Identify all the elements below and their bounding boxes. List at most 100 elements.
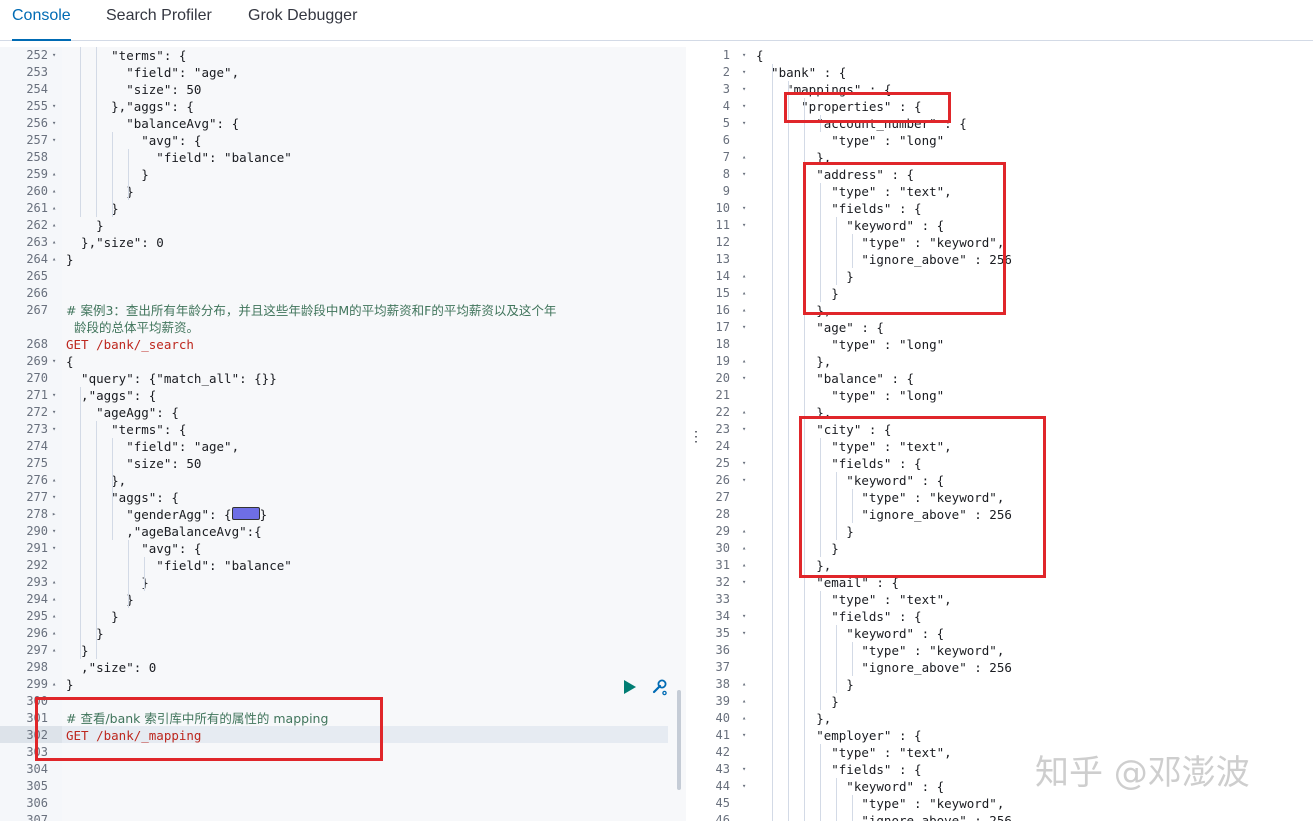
fold-toggle-icon[interactable]: ▴ xyxy=(742,557,746,574)
fold-toggle-icon[interactable]: ▾ xyxy=(742,472,746,489)
code-text-content: } xyxy=(66,677,74,692)
line-number: 32 xyxy=(715,575,730,589)
line-number: 305 xyxy=(26,779,48,793)
line-number: 256 xyxy=(26,116,48,130)
fold-toggle-icon[interactable]: ▴ xyxy=(742,268,746,285)
line-number: 259 xyxy=(26,167,48,181)
code-line: 275 "size": 50 xyxy=(0,455,686,472)
line-number: 3 xyxy=(722,82,730,96)
tab-search-profiler[interactable]: Search Profiler xyxy=(106,0,212,39)
fold-toggle-icon[interactable]: ▾ xyxy=(742,166,746,183)
fold-toggle-icon[interactable]: ▴ xyxy=(52,234,56,251)
request-scrollbar[interactable] xyxy=(677,690,681,790)
code-text: "type" : "text", xyxy=(756,591,951,608)
line-number: 260 xyxy=(26,184,48,198)
watermark-text: 知乎 @邓澎波 xyxy=(1035,753,1250,793)
fold-toggle-icon[interactable]: ▾ xyxy=(742,727,746,744)
fold-toggle-icon[interactable]: ▾ xyxy=(52,404,56,421)
code-text: "balance" : { xyxy=(756,370,914,387)
indent-guide xyxy=(80,387,81,659)
fold-toggle-icon[interactable]: ▾ xyxy=(52,132,56,149)
code-line: 293 ▴ } xyxy=(0,574,686,591)
fold-toggle-icon[interactable]: ▾ xyxy=(742,421,746,438)
line-number: 292 xyxy=(26,558,48,572)
fold-toggle-icon[interactable]: ▴ xyxy=(742,693,746,710)
fold-toggle-icon[interactable]: ▴ xyxy=(742,302,746,319)
fold-toggle-icon[interactable]: ▴ xyxy=(742,149,746,166)
fold-toggle-icon[interactable]: ▴ xyxy=(742,540,746,557)
fold-toggle-icon[interactable]: ▴ xyxy=(52,676,56,693)
line-number: 35 xyxy=(715,626,730,640)
code-text-content: } xyxy=(66,184,134,199)
code-text: } xyxy=(66,608,119,625)
fold-toggle-icon[interactable]: ▴ xyxy=(52,217,56,234)
fold-toggle-icon[interactable]: ▾ xyxy=(742,81,746,98)
fold-toggle-icon[interactable]: ▴ xyxy=(52,472,56,489)
fold-toggle-icon[interactable]: ▴ xyxy=(742,676,746,693)
tab-console[interactable]: Console xyxy=(12,0,71,41)
fold-toggle-icon[interactable]: ▴ xyxy=(52,591,56,608)
fold-toggle-icon[interactable]: ▾ xyxy=(742,200,746,217)
fold-toggle-icon[interactable]: ▾ xyxy=(52,353,56,370)
code-text-content: 龄段的总体平均薪资。 xyxy=(66,320,199,335)
code-line: 299 ▴} xyxy=(0,676,686,693)
fold-toggle-icon[interactable]: ▴ xyxy=(52,574,56,591)
code-text-content: } xyxy=(66,201,119,216)
code-text: "type" : "text", xyxy=(756,744,951,761)
fold-toggle-icon[interactable]: ▴ xyxy=(52,166,56,183)
fold-toggle-icon[interactable]: ▾ xyxy=(742,625,746,642)
fold-toggle-icon[interactable]: ▸ xyxy=(52,506,56,523)
fold-toggle-icon[interactable]: ▾ xyxy=(52,98,56,115)
fold-toggle-icon[interactable]: ▾ xyxy=(52,540,56,557)
code-line: 267 # 案例3：查出所有年龄分布，并且这些年龄段中M的平均薪资和F的平均薪资以… xyxy=(0,302,686,319)
send-request-play-icon[interactable] xyxy=(624,680,636,694)
wrench-icon[interactable] xyxy=(650,678,668,696)
fold-toggle-icon[interactable]: ▾ xyxy=(742,64,746,81)
line-number: 21 xyxy=(715,388,730,402)
fold-toggle-icon[interactable]: ▴ xyxy=(52,608,56,625)
fold-toggle-icon[interactable]: ▴ xyxy=(742,285,746,302)
code-text-content: "balance" : { xyxy=(756,371,915,386)
fold-toggle-icon[interactable]: ▾ xyxy=(742,98,746,115)
fold-toggle-icon[interactable]: ▾ xyxy=(742,455,746,472)
code-text-content: "field": "age", xyxy=(66,65,240,80)
fold-toggle-icon[interactable]: ▾ xyxy=(52,387,56,404)
fold-toggle-icon[interactable]: ▾ xyxy=(742,115,746,132)
code-line: 16 ▴ }, xyxy=(700,302,1313,319)
fold-toggle-icon[interactable]: ▾ xyxy=(742,778,746,795)
fold-toggle-icon[interactable]: ▾ xyxy=(52,115,56,132)
collapsed-block-icon[interactable] xyxy=(231,507,260,520)
code-line: 14 ▴ } xyxy=(700,268,1313,285)
fold-toggle-icon[interactable]: ▾ xyxy=(52,421,56,438)
fold-toggle-icon[interactable]: ▾ xyxy=(742,319,746,336)
fold-toggle-icon[interactable]: ▾ xyxy=(742,761,746,778)
code-text-content: } xyxy=(66,575,149,590)
fold-toggle-icon[interactable]: ▴ xyxy=(742,523,746,540)
fold-toggle-icon[interactable]: ▴ xyxy=(52,251,56,268)
fold-toggle-icon[interactable]: ▾ xyxy=(52,523,56,540)
fold-toggle-icon[interactable]: ▴ xyxy=(742,710,746,727)
fold-toggle-icon[interactable]: ▾ xyxy=(52,47,56,64)
line-number: 27 xyxy=(715,490,730,504)
line-number: 268 xyxy=(26,337,48,351)
indent-guide xyxy=(852,642,853,676)
fold-toggle-icon[interactable]: ▾ xyxy=(742,370,746,387)
fold-toggle-icon[interactable]: ▴ xyxy=(52,625,56,642)
fold-toggle-icon[interactable]: ▴ xyxy=(52,200,56,217)
indent-guide xyxy=(852,795,853,821)
tab-grok-debugger[interactable]: Grok Debugger xyxy=(248,0,357,39)
code-line: 272 ▾ "ageAgg": { xyxy=(0,404,686,421)
line-number: 252 xyxy=(26,48,48,62)
fold-toggle-icon[interactable]: ▴ xyxy=(742,353,746,370)
fold-toggle-icon[interactable]: ▾ xyxy=(742,217,746,234)
fold-toggle-icon[interactable]: ▾ xyxy=(52,489,56,506)
fold-toggle-icon[interactable]: ▾ xyxy=(742,47,746,64)
fold-toggle-icon[interactable]: ▾ xyxy=(742,608,746,625)
fold-toggle-icon[interactable]: ▴ xyxy=(52,642,56,659)
fold-toggle-icon[interactable]: ▴ xyxy=(52,183,56,200)
fold-toggle-icon[interactable]: ▴ xyxy=(742,404,746,421)
code-text: "fields" : { xyxy=(756,608,921,625)
fold-toggle-icon[interactable]: ▾ xyxy=(742,574,746,591)
line-number: 43 xyxy=(715,762,730,776)
code-text-content: # 案例3：查出所有年龄分布，并且这些年龄段中M的平均薪资和F的平均薪资以及这个… xyxy=(66,303,557,318)
